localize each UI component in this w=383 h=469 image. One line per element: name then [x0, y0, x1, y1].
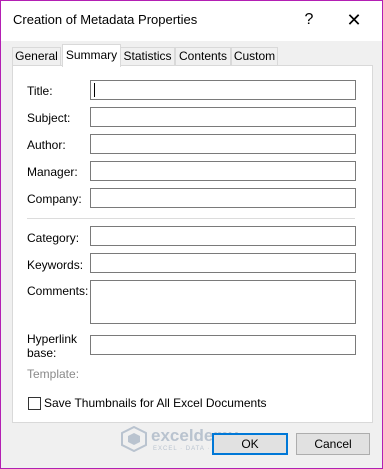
text-caret: [94, 83, 95, 97]
keywords-label: Keywords:: [27, 258, 84, 272]
author-label: Author:: [27, 138, 66, 152]
comments-label: Comments:: [27, 284, 89, 298]
help-button[interactable]: ?: [297, 7, 321, 33]
hyperlink-base-label-line1: Hyperlink: [27, 332, 78, 346]
exceldemy-logo-icon: [121, 426, 147, 452]
hyperlink-base-field[interactable]: [90, 335, 356, 355]
ok-button[interactable]: OK: [212, 433, 288, 455]
keywords-field[interactable]: [90, 253, 356, 273]
company-field[interactable]: [90, 188, 356, 208]
tab-general[interactable]: General: [12, 47, 61, 66]
title-label: Title:: [27, 84, 53, 98]
save-thumbnails-checkbox[interactable]: [28, 397, 41, 410]
tab-contents[interactable]: Contents: [175, 47, 231, 66]
save-thumbnails-label[interactable]: Save Thumbnails for All Excel Documents: [44, 396, 267, 410]
title-field[interactable]: [90, 80, 356, 100]
summary-panel: Title: Subject: Author: Manager: Company…: [12, 65, 373, 423]
tab-summary[interactable]: Summary: [62, 44, 121, 67]
close-button[interactable]: ✕: [341, 7, 367, 33]
manager-field[interactable]: [90, 161, 356, 181]
template-label: Template:: [27, 367, 80, 381]
subject-label: Subject:: [27, 111, 71, 125]
section-divider: [27, 218, 355, 219]
manager-label: Manager:: [27, 165, 78, 179]
author-field[interactable]: [90, 134, 356, 154]
subject-field[interactable]: [90, 107, 356, 127]
tab-statistics[interactable]: Statistics: [120, 47, 175, 66]
company-label: Company:: [27, 192, 82, 206]
dialog-title: Creation of Metadata Properties: [13, 12, 198, 27]
watermark-tagline: EXCEL · DATA · BI: [153, 446, 221, 452]
comments-field[interactable]: [90, 280, 356, 324]
tab-custom[interactable]: Custom: [231, 47, 278, 66]
title-bar: Creation of Metadata Properties ? ✕: [1, 1, 382, 41]
category-field[interactable]: [90, 226, 356, 246]
cancel-button[interactable]: Cancel: [296, 433, 370, 455]
category-label: Category:: [27, 231, 80, 245]
hyperlink-base-label-line2: base:: [27, 346, 57, 360]
dialog-window: Creation of Metadata Properties ? ✕ Gene…: [0, 0, 383, 469]
